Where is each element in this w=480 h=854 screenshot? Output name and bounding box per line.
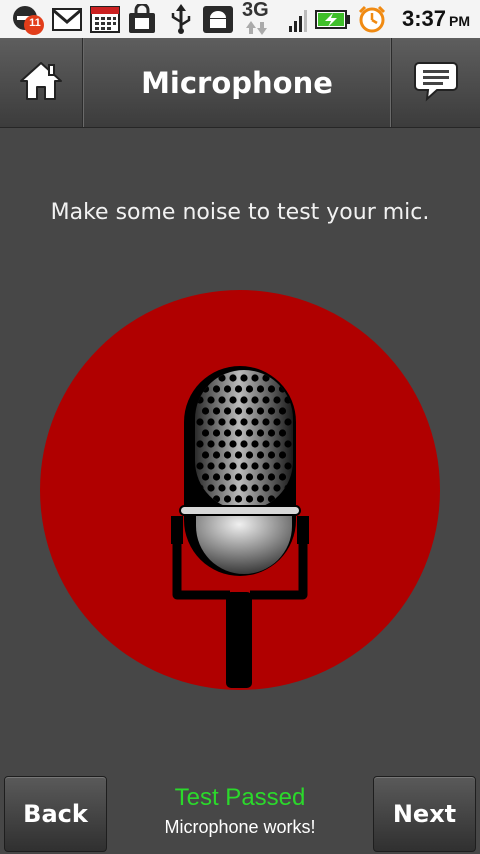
calendar-icon [90, 4, 120, 38]
gmail-icon [52, 4, 82, 38]
test-status-subtitle: Microphone works! [164, 817, 316, 837]
alarm-icon [357, 4, 387, 38]
chat-icon [413, 60, 459, 106]
title-bar: Microphone [0, 38, 480, 128]
next-button[interactable]: Next [373, 776, 476, 852]
notification-count: 11 [29, 17, 41, 29]
instruction-text: Make some noise to test your mic. [50, 200, 430, 225]
status-bar: 11 3G 3:37 PM [0, 0, 480, 38]
battery-charging-icon [315, 4, 351, 38]
market-icon [127, 2, 157, 38]
clock-time: 3:37 [401, 6, 446, 31]
notification-badge-icon: 11 [12, 4, 46, 40]
usb-icon [168, 4, 194, 38]
mic-level-indicator [40, 290, 440, 690]
back-button[interactable]: Back [4, 776, 107, 852]
signal-icon [288, 4, 312, 38]
clock-ampm: PM [449, 13, 470, 29]
test-status-title: Test Passed [174, 784, 306, 811]
status-clock: 3:37 PM [402, 4, 470, 34]
network-label: 3G [242, 0, 269, 21]
home-icon [19, 60, 63, 106]
network-3g-icon: 3G [242, 0, 272, 40]
home-button[interactable] [0, 38, 83, 127]
chat-button[interactable] [391, 38, 480, 127]
android-debug-icon [202, 4, 234, 38]
page-title: Microphone [141, 65, 333, 100]
